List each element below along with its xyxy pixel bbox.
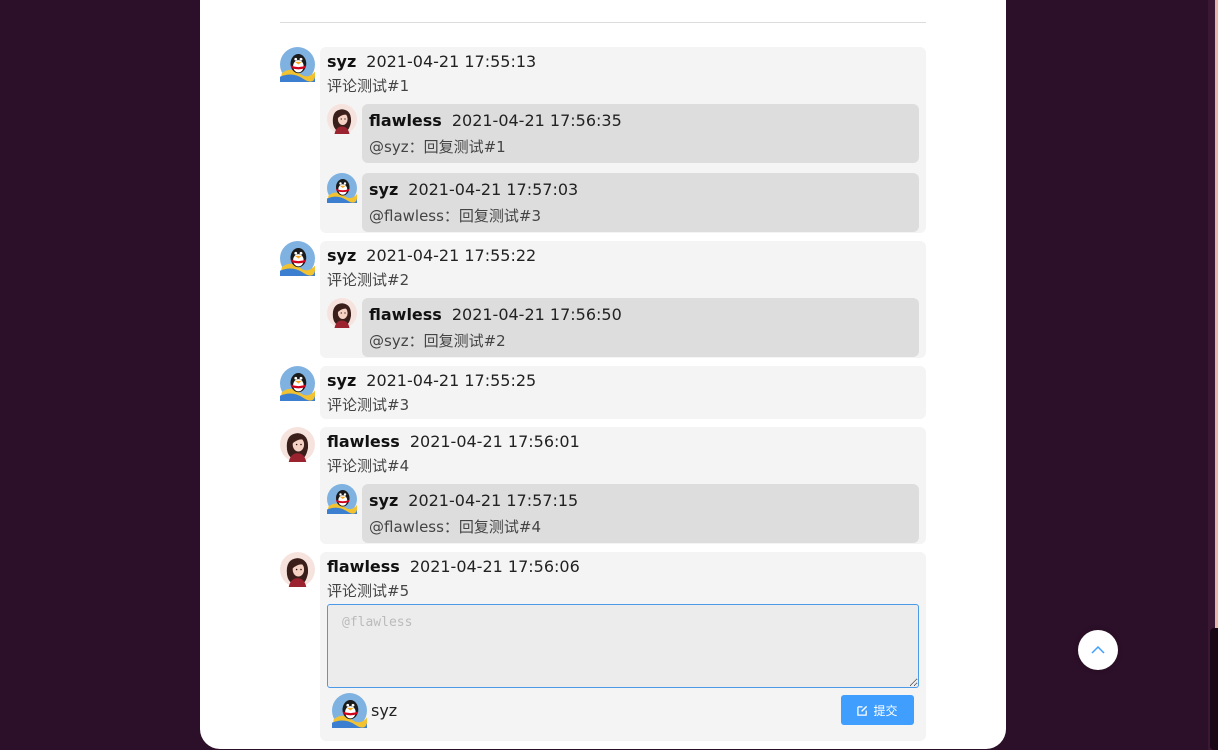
comment-author[interactable]: flawless bbox=[327, 432, 400, 451]
comment-item: syz 2021-04-21 17:55:22 评论测试#2 flawless 20… bbox=[280, 241, 926, 358]
comment-item: syz 2021-04-21 17:55:13 评论测试#1 flawless 20… bbox=[280, 47, 926, 233]
comment-box: syz 2021-04-21 17:55:13 评论测试#1 flawless 20… bbox=[320, 47, 926, 233]
comment-box: syz 2021-04-21 17:55:25 评论测试#3 bbox=[320, 366, 926, 419]
comment-item: flawless 2021-04-21 17:56:01 评论测试#4 syz 20… bbox=[280, 427, 926, 544]
girl-avatar-icon[interactable] bbox=[280, 427, 315, 462]
comment-time: 2021-04-21 17:55:25 bbox=[366, 371, 537, 390]
reply-box: syz 2021-04-21 17:57:15 @flawless：回复测试#4 bbox=[362, 484, 919, 543]
penguin-avatar-icon[interactable] bbox=[327, 484, 357, 514]
comment-author[interactable]: syz bbox=[327, 371, 356, 390]
comment-box: syz 2021-04-21 17:55:22 评论测试#2 flawless 20… bbox=[320, 241, 926, 358]
comment-time: 2021-04-21 17:56:01 bbox=[409, 432, 580, 451]
penguin-avatar-icon[interactable] bbox=[280, 241, 315, 276]
edit-icon bbox=[857, 705, 868, 716]
reply-author[interactable]: flawless bbox=[369, 111, 442, 130]
reply-text[interactable]: @syz：回复测试#2 bbox=[369, 328, 912, 354]
comment-time: 2021-04-21 17:55:22 bbox=[366, 246, 537, 265]
comment-time: 2021-04-21 17:56:06 bbox=[409, 557, 580, 576]
penguin-avatar-icon bbox=[332, 693, 367, 728]
reply-box: syz 2021-04-21 17:57:03 @flawless：回复测试#3 bbox=[362, 173, 919, 232]
comment-box: flawless 2021-04-21 17:56:01 评论测试#4 syz 20… bbox=[320, 427, 926, 544]
comment-text[interactable]: 评论测试#3 bbox=[327, 393, 919, 417]
reply-box: flawless 2021-04-21 17:56:35 @syz：回复测试#1 bbox=[362, 104, 919, 163]
reply-time: 2021-04-21 17:57:15 bbox=[408, 491, 579, 510]
comment-text[interactable]: 评论测试#5 bbox=[327, 579, 919, 603]
comment-author[interactable]: flawless bbox=[327, 557, 400, 576]
comment-author[interactable]: syz bbox=[327, 52, 356, 71]
back-to-top-button[interactable] bbox=[1078, 630, 1118, 670]
reply-time: 2021-04-21 17:57:03 bbox=[408, 180, 579, 199]
girl-avatar-icon[interactable] bbox=[327, 298, 357, 328]
comment-text[interactable]: 评论测试#4 bbox=[327, 454, 919, 478]
penguin-avatar-icon[interactable] bbox=[280, 47, 315, 82]
comment-text[interactable]: 评论测试#2 bbox=[327, 268, 919, 292]
submit-button[interactable]: 提交 bbox=[841, 695, 914, 725]
reply-text[interactable]: @flawless：回复测试#3 bbox=[369, 203, 912, 229]
reply-item: flawless 2021-04-21 17:56:50 @syz：回复测试#2 bbox=[327, 298, 919, 357]
penguin-avatar-icon[interactable] bbox=[327, 173, 357, 203]
reply-box: flawless 2021-04-21 17:56:50 @syz：回复测试#2 bbox=[362, 298, 919, 357]
reply-input[interactable] bbox=[327, 604, 919, 688]
girl-avatar-icon[interactable] bbox=[327, 104, 357, 134]
reply-time: 2021-04-21 17:56:50 bbox=[451, 305, 622, 324]
editor-footer: syz 提交 bbox=[327, 693, 919, 733]
comment-time: 2021-04-21 17:55:13 bbox=[366, 52, 537, 71]
comment-thread: syz 2021-04-21 17:55:13 评论测试#1 flawless 20… bbox=[280, 47, 926, 749]
reply-item: syz 2021-04-21 17:57:03 @flawless：回复测试#3 bbox=[327, 173, 919, 232]
scrollbar-thumb[interactable] bbox=[1210, 628, 1218, 750]
reply-text[interactable]: @flawless：回复测试#4 bbox=[369, 514, 912, 540]
reply-author[interactable]: syz bbox=[369, 180, 398, 199]
comment-item: syz 2021-04-21 17:55:25 评论测试#3 bbox=[280, 366, 926, 419]
submit-label: 提交 bbox=[873, 703, 898, 718]
reply-author[interactable]: syz bbox=[369, 491, 398, 510]
reply-author[interactable]: flawless bbox=[369, 305, 442, 324]
comment-text[interactable]: 评论测试#1 bbox=[327, 74, 919, 98]
chevron-up-icon bbox=[1091, 645, 1105, 654]
comment-item: flawless 2021-04-21 17:56:06 评论测试#5 syz 提… bbox=[280, 552, 926, 741]
reply-item: flawless 2021-04-21 17:56:35 @syz：回复测试#1 bbox=[327, 104, 919, 163]
reply-item: syz 2021-04-21 17:57:15 @flawless：回复测试#4 bbox=[327, 484, 919, 543]
girl-avatar-icon[interactable] bbox=[280, 552, 315, 587]
current-user-name: syz bbox=[371, 701, 398, 720]
penguin-avatar-icon[interactable] bbox=[280, 366, 315, 401]
comment-author[interactable]: syz bbox=[327, 246, 356, 265]
comment-panel: syz 2021-04-21 17:55:13 评论测试#1 flawless 20… bbox=[200, 0, 1006, 749]
section-divider bbox=[280, 22, 926, 23]
reply-time: 2021-04-21 17:56:35 bbox=[451, 111, 622, 130]
comment-box: flawless 2021-04-21 17:56:06 评论测试#5 syz 提… bbox=[320, 552, 926, 741]
reply-text[interactable]: @syz：回复测试#1 bbox=[369, 134, 912, 160]
